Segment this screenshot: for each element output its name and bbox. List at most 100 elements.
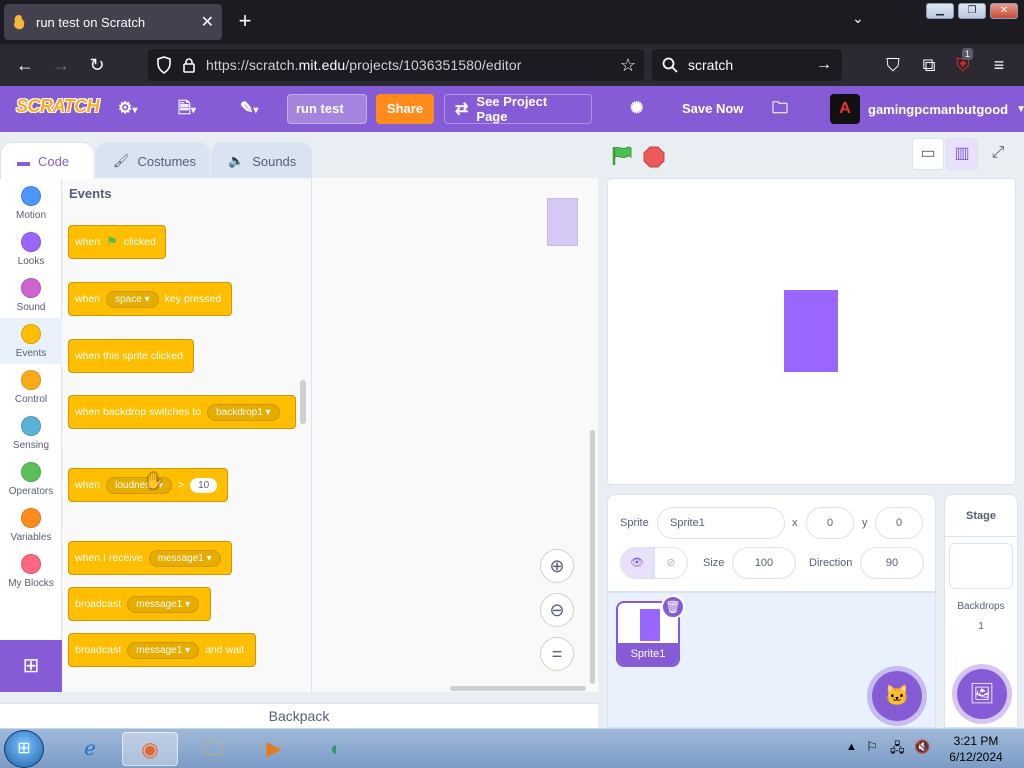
network-icon[interactable]: 🖧 [890, 739, 905, 761]
file-menu-icon[interactable]: 🗎▾ [178, 98, 196, 120]
backpack-bar[interactable]: Backpack [0, 703, 598, 729]
pocket-icon[interactable]: ⛉ [882, 54, 904, 76]
start-button[interactable]: ⊞ [4, 730, 44, 768]
lock-icon[interactable] [182, 57, 196, 73]
see-project-page-button[interactable]: ⇄ See Project Page [444, 94, 592, 124]
my-stuff-folder-icon[interactable]: 🗀 [772, 98, 788, 120]
sprite1-on-stage[interactable] [784, 290, 838, 372]
category-my-blocks[interactable]: My Blocks [0, 548, 62, 594]
stop-icon [643, 146, 665, 168]
when-sprite-clicked-block[interactable]: when this sprite clicked [68, 326, 194, 373]
settings-gear-icon[interactable]: ⚙▾ [118, 98, 137, 120]
ublock-icon[interactable]: ⛨ 1 [952, 48, 974, 76]
internet-explorer-icon[interactable]: ℯ [62, 732, 118, 766]
save-now-button[interactable]: Save Now [682, 101, 743, 116]
reload-icon[interactable]: ↻ [86, 54, 108, 76]
category-motion[interactable]: Motion [0, 180, 62, 226]
script-vertical-scrollbar[interactable] [590, 430, 595, 684]
category-control[interactable]: Control [0, 364, 62, 410]
broadcast-and-wait-block[interactable]: broadcast message1 ▾ and wait [68, 633, 256, 667]
bookmark-star-icon[interactable]: ☆ [620, 55, 636, 76]
script-area[interactable]: ⊕ ⊖ = [312, 178, 598, 692]
fullscreen-button[interactable]: ⤢ [982, 138, 1014, 170]
zoom-reset-button[interactable]: = [540, 637, 574, 671]
direction-input[interactable]: 90 [860, 547, 924, 579]
delete-sprite-button[interactable]: 🗑 [661, 595, 685, 619]
when-flag-clicked-block[interactable]: when ⚑ clicked [68, 212, 166, 259]
close-tab-icon[interactable]: ✕ [201, 12, 214, 32]
variables-dot-icon [21, 508, 41, 528]
scratch-logo[interactable]: SCRATCH [16, 96, 100, 122]
category-sound[interactable]: Sound [0, 272, 62, 318]
taskbar-clock[interactable]: 3:21 PM 6/12/2024 [940, 733, 1012, 765]
show-hidden-icons-icon[interactable]: ▲ [846, 741, 857, 753]
minimize-window-button[interactable]: ▁ [926, 3, 954, 19]
category-variables[interactable]: Variables [0, 502, 62, 548]
normal-stage-button[interactable]: ▥ [946, 138, 978, 170]
action-center-flag-icon[interactable]: ⚐ [866, 739, 878, 755]
url-bar[interactable]: https://scratch.mit.edu/projects/1036351… [148, 49, 644, 81]
receive-message-dropdown[interactable]: message1 ▾ [148, 549, 221, 567]
broadcast-message-dropdown[interactable]: message1 ▾ [127, 595, 200, 613]
stop-button[interactable] [643, 146, 665, 168]
x-input[interactable]: 0 [806, 507, 854, 539]
choose-sprite-button[interactable]: 🐱 [872, 671, 922, 721]
category-operators[interactable]: Operators [0, 456, 62, 502]
events-dot-icon [21, 324, 41, 344]
loudness-value-input[interactable]: 10 [190, 477, 218, 493]
edit-menu-icon[interactable]: ✎▾ [240, 98, 258, 120]
forward-arrow-icon[interactable]: → [50, 54, 72, 76]
zoom-in-button[interactable]: ⊕ [540, 549, 574, 583]
show-sprite-button[interactable]: 👁 [620, 547, 654, 579]
new-tab-button[interactable]: + [232, 8, 258, 34]
palette-scrollbar[interactable] [300, 380, 306, 424]
restore-window-button[interactable]: ❐ [958, 3, 986, 19]
category-sensing[interactable]: Sensing [0, 410, 62, 456]
broadcast-wait-message-dropdown[interactable]: message1 ▾ [127, 641, 200, 659]
app-icon[interactable]: ◐ [308, 732, 364, 766]
list-all-tabs-icon[interactable]: ⌄ [852, 10, 864, 27]
when-key-pressed-block[interactable]: when space ▾ key pressed [68, 269, 232, 316]
hide-sprite-button[interactable]: ⊘ [654, 547, 688, 579]
when-backdrop-switches-block[interactable]: when backdrop switches to backdrop1 ▾ [68, 382, 296, 429]
when-i-receive-block[interactable]: when I receive message1 ▾ [68, 528, 232, 575]
zoom-out-button[interactable]: ⊖ [540, 593, 574, 627]
size-input[interactable]: 100 [732, 547, 796, 579]
category-looks[interactable]: Looks [0, 226, 62, 272]
stage-thumbnail[interactable] [949, 543, 1013, 589]
category-events[interactable]: Events [0, 318, 62, 364]
project-title-input[interactable]: run test [287, 94, 367, 124]
shield-icon[interactable] [156, 56, 172, 74]
small-stage-button[interactable]: ▭ [912, 138, 944, 170]
tab-costumes[interactable]: 🖌 Costumes [96, 142, 210, 179]
extensions-icon[interactable]: ⧉ [918, 54, 940, 76]
share-button[interactable]: Share [376, 94, 434, 124]
stage-canvas[interactable] [607, 178, 1016, 485]
turbo-bulb-icon[interactable]: ✺ [630, 98, 643, 120]
go-arrow-icon[interactable]: → [816, 56, 832, 74]
user-menu[interactable]: A gamingpcmanbutgood ▼ [830, 94, 1024, 124]
media-player-icon[interactable]: ▶ [246, 732, 302, 766]
tab-code[interactable]: ▬ Code [0, 142, 95, 179]
script-horizontal-scrollbar[interactable] [450, 686, 586, 691]
sprite-name-input[interactable]: Sprite1 [657, 507, 785, 539]
menu-icon[interactable]: ≡ [988, 54, 1010, 76]
browser-tab[interactable]: run test on Scratch ✕ [4, 4, 222, 40]
backdrop-dropdown[interactable]: backdrop1 ▾ [207, 403, 280, 421]
firefox-icon[interactable]: ◉ [122, 732, 178, 766]
key-dropdown[interactable]: space ▾ [106, 290, 159, 308]
add-extension-button[interactable]: ⊞ [0, 640, 62, 692]
search-bar[interactable]: scratch → [652, 49, 842, 81]
y-input[interactable]: 0 [875, 507, 923, 539]
green-flag-button[interactable] [611, 146, 633, 165]
broadcast-block[interactable]: broadcast message1 ▾ [68, 587, 211, 621]
choose-backdrop-button[interactable]: 🖼 [957, 669, 1007, 719]
search-text[interactable]: scratch [688, 57, 733, 73]
file-explorer-icon[interactable]: 🗀 [186, 732, 242, 766]
url-text[interactable]: https://scratch.mit.edu/projects/1036351… [206, 57, 522, 73]
stage-selector[interactable]: Stage Backdrops 1 🖼 [944, 494, 1018, 728]
volume-muted-icon[interactable]: 🔇 [914, 739, 930, 755]
tab-sounds[interactable]: 🔈 Sounds [211, 142, 312, 179]
back-arrow-icon[interactable]: ← [14, 54, 36, 76]
close-window-button[interactable]: ✕ [990, 3, 1018, 19]
